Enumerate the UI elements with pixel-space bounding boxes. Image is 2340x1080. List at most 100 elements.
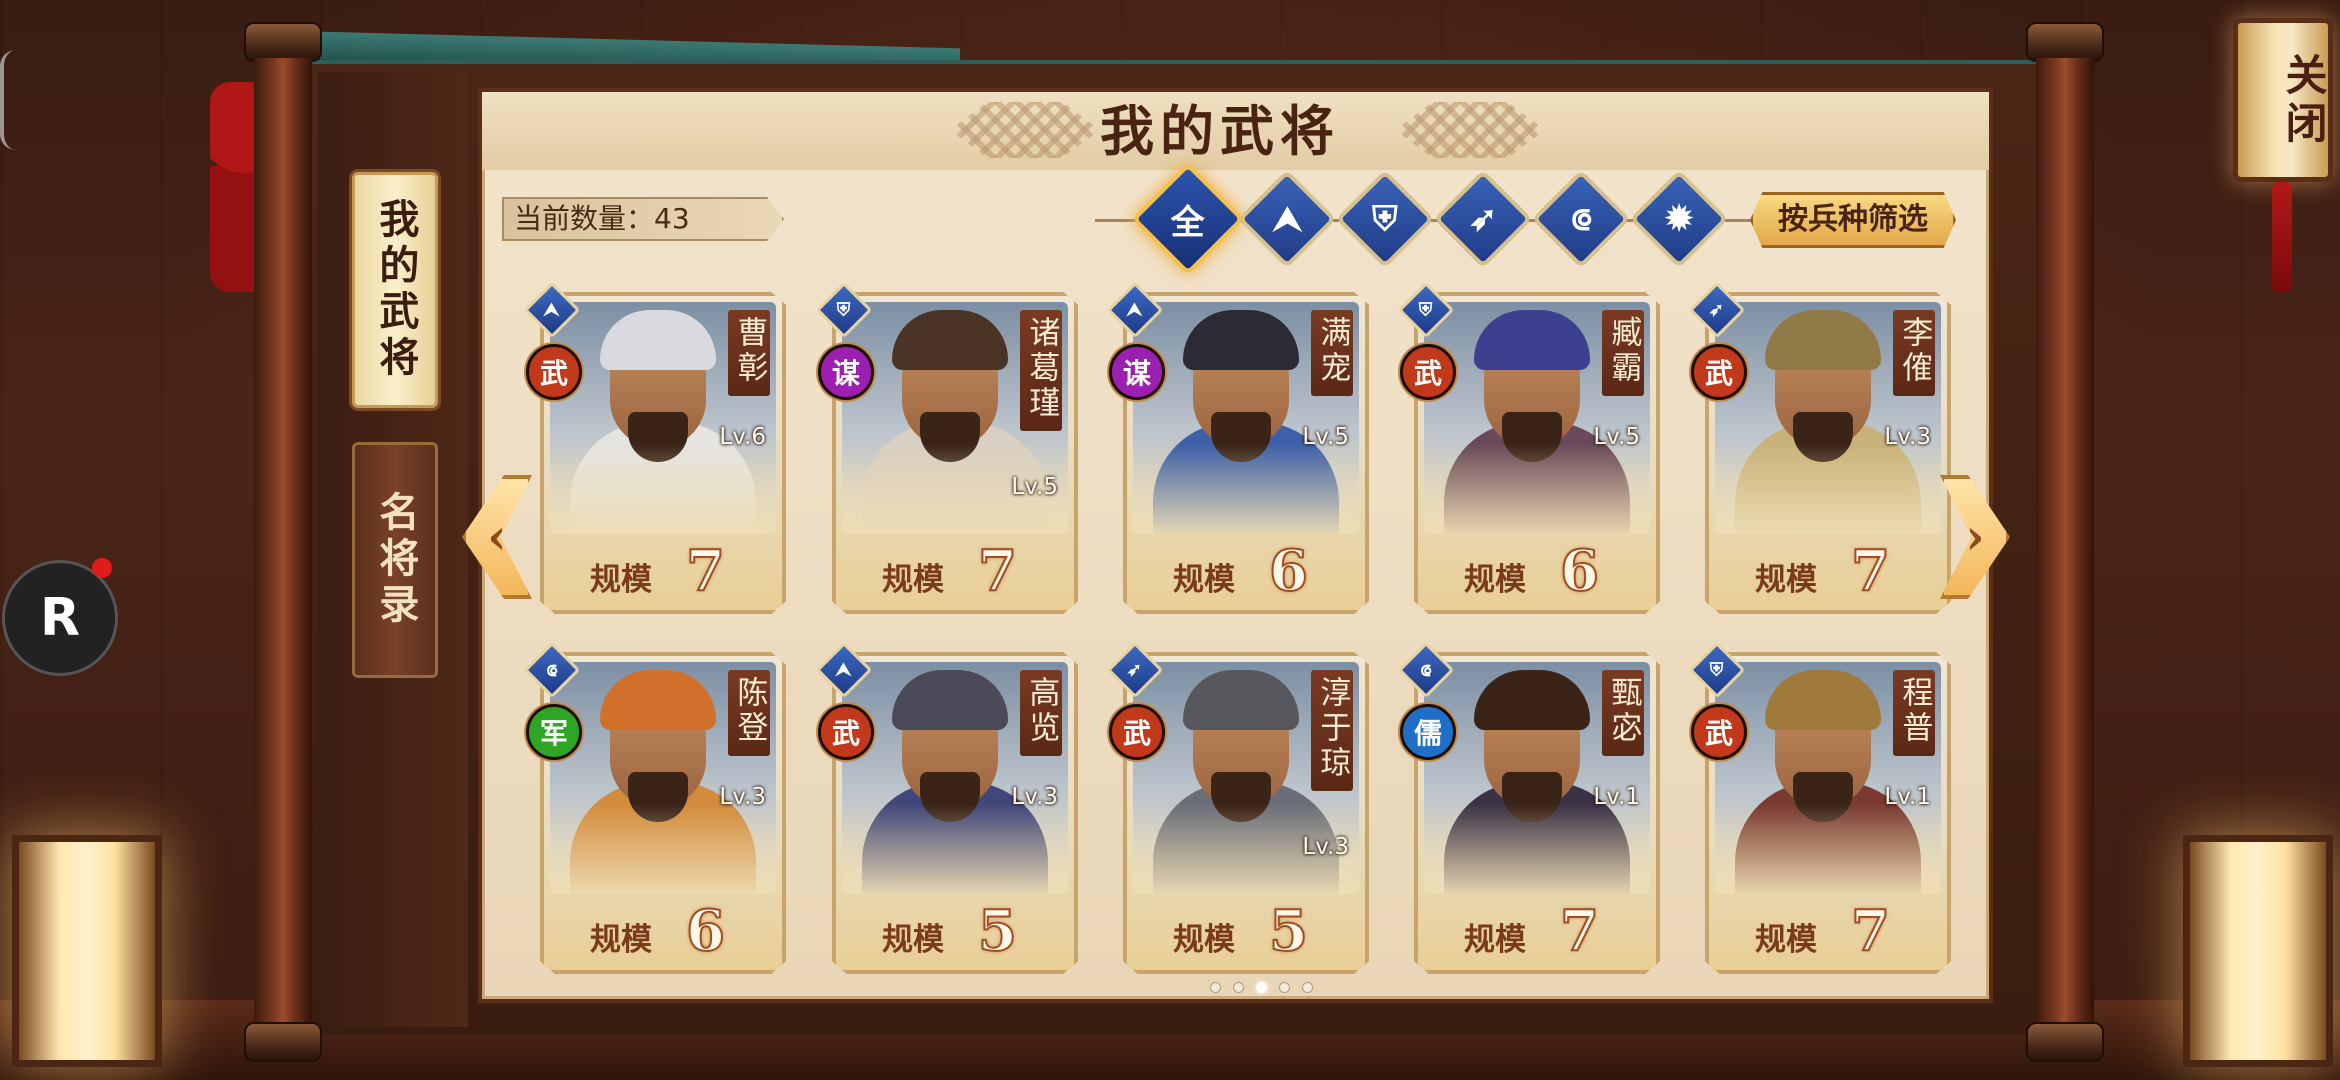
- general-level: Lv.5: [1302, 424, 1349, 450]
- role-text: 武: [1704, 357, 1733, 390]
- role-text: 谋: [1122, 357, 1151, 390]
- page-dot[interactable]: [1302, 982, 1313, 993]
- troop-type-glyph: ⟃: [1420, 659, 1432, 681]
- role-badge: 谋: [1109, 344, 1165, 400]
- scale-label: 规模: [590, 562, 652, 598]
- general-name: 高览: [1020, 670, 1062, 756]
- role-text: 武: [1413, 357, 1442, 390]
- role-badge: 军: [526, 704, 582, 760]
- troop-type-glyph: ⮝: [836, 659, 852, 681]
- role-text: 武: [1704, 717, 1733, 750]
- role-text: 武: [1122, 717, 1151, 750]
- role-badge: 武: [818, 704, 874, 760]
- role-badge: 儒: [1400, 704, 1456, 760]
- tab-my-generals[interactable]: 我的武将: [352, 172, 438, 408]
- general-card[interactable]: 高览 Lv.3 规模 5 ⮝ 武: [815, 641, 1078, 974]
- cavalry-icon: ⮝: [1272, 199, 1302, 239]
- role-badge: 谋: [818, 344, 874, 400]
- scale-label: 规模: [1464, 922, 1526, 958]
- general-card[interactable]: 曹彰 Lv.6 规模 7 ⮝ 武: [523, 281, 786, 614]
- general-card[interactable]: 诸葛瑾 Lv.5 规模 7 ⛨ 谋: [815, 281, 1078, 614]
- general-name: 李傕: [1893, 310, 1935, 396]
- scale-row: 规模 7: [1705, 537, 1951, 605]
- filter-by-troop-button[interactable]: 按兵种筛选: [1750, 192, 1956, 248]
- general-level: Lv.3: [1011, 784, 1058, 810]
- troop-type-glyph: ⮝: [1127, 299, 1143, 321]
- general-level: Lv.5: [1593, 424, 1640, 450]
- general-card[interactable]: 满宠 Lv.5 规模 6 ⮝ 谋: [1106, 281, 1369, 614]
- notification-dot: [92, 558, 112, 578]
- role-badge: 武: [1400, 344, 1456, 400]
- general-level: Lv.1: [1593, 784, 1640, 810]
- scale-row: 规模 7: [1705, 897, 1951, 965]
- general-name: 臧霸: [1602, 310, 1644, 396]
- scale-row: 规模 7: [540, 537, 786, 605]
- scale-label: 规模: [1464, 562, 1526, 598]
- role-text: 儒: [1413, 717, 1442, 750]
- scale-value: 5: [977, 897, 1018, 965]
- general-level: Lv.5: [1011, 474, 1058, 500]
- scale-value: 5: [1268, 897, 1309, 965]
- general-card[interactable]: 程普 Lv.1 规模 7 ⛨ 武: [1688, 641, 1951, 974]
- scale-row: 规模 6: [1123, 537, 1369, 605]
- tassel-icon: [2272, 182, 2292, 292]
- general-count: 当前数量：43: [502, 197, 784, 241]
- scale-label: 规模: [1755, 922, 1817, 958]
- general-card[interactable]: 陈登 Lv.3 规模 6 ⟃ 军: [523, 641, 786, 974]
- troop-type-glyph: ⛨: [837, 299, 851, 321]
- page-dot[interactable]: [1256, 982, 1267, 993]
- general-level: Lv.6: [719, 424, 766, 450]
- role-text: 武: [831, 717, 860, 750]
- role-text: 武: [539, 357, 568, 390]
- bow-icon: ⟃: [1570, 199, 1592, 239]
- siege-icon: ✹: [1664, 199, 1694, 239]
- role-text: 军: [539, 717, 568, 750]
- general-level: Lv.3: [1884, 424, 1931, 450]
- scale-row: 规模 6: [540, 897, 786, 965]
- page-dot[interactable]: [1279, 982, 1290, 993]
- spear-icon: ➶: [1468, 199, 1498, 239]
- general-card[interactable]: 李傕 Lv.3 规模 7 ➶ 武: [1688, 281, 1951, 614]
- scale-value: 6: [1559, 537, 1600, 605]
- scale-value: 7: [685, 537, 726, 605]
- close-button[interactable]: 关闭: [2233, 18, 2333, 182]
- shield-icon: ⛨: [1372, 199, 1398, 239]
- troop-type-glyph: ⟃: [546, 659, 558, 681]
- close-label: 关闭: [2279, 53, 2328, 149]
- troop-type-glyph: ⛨: [1419, 299, 1433, 321]
- general-card[interactable]: 甄宓 Lv.1 规模 7 ⟃ 儒: [1397, 641, 1660, 974]
- scale-row: 规模 7: [832, 537, 1078, 605]
- troop-type-glyph: ➶: [1127, 659, 1143, 681]
- general-level: Lv.3: [1302, 834, 1349, 860]
- page-dot[interactable]: [1233, 982, 1244, 993]
- page-dot[interactable]: [1210, 982, 1221, 993]
- troop-type-glyph: ➶: [1709, 299, 1725, 321]
- role-badge: 武: [1109, 704, 1165, 760]
- page-indicator: [1210, 982, 1313, 993]
- role-text: 谋: [831, 357, 860, 390]
- scale-value: 7: [977, 537, 1018, 605]
- general-card[interactable]: 淳于琼 Lv.3 规模 5 ➶ 武: [1106, 641, 1369, 974]
- all-icon: 全: [1171, 202, 1205, 243]
- troop-type-glyph: ⛨: [1710, 659, 1724, 681]
- page-title: 我的武将: [1100, 99, 1340, 163]
- general-level: Lv.3: [719, 784, 766, 810]
- lantern-left-icon: [12, 835, 162, 1067]
- role-badge: 武: [1691, 344, 1747, 400]
- troop-type-glyph: ⮝: [544, 299, 560, 321]
- scale-row: 规模 6: [1414, 537, 1660, 605]
- scale-label: 规模: [1173, 562, 1235, 598]
- general-name: 满宠: [1311, 310, 1353, 396]
- scroll-rod-left: [244, 22, 322, 1062]
- general-card[interactable]: 臧霸 Lv.5 规模 6 ⛨ 武: [1397, 281, 1660, 614]
- general-name: 淳于琼: [1311, 670, 1353, 791]
- lantern-right-icon: [2183, 835, 2333, 1067]
- scale-value: 7: [1559, 897, 1600, 965]
- general-level: Lv.1: [1884, 784, 1931, 810]
- scroll-rod-right: [2026, 22, 2104, 1062]
- tab-famous-generals[interactable]: 名将录: [352, 442, 438, 678]
- scale-label: 规模: [590, 922, 652, 958]
- general-name: 诸葛瑾: [1020, 310, 1062, 431]
- role-badge: 武: [1691, 704, 1747, 760]
- scale-value: 6: [685, 897, 726, 965]
